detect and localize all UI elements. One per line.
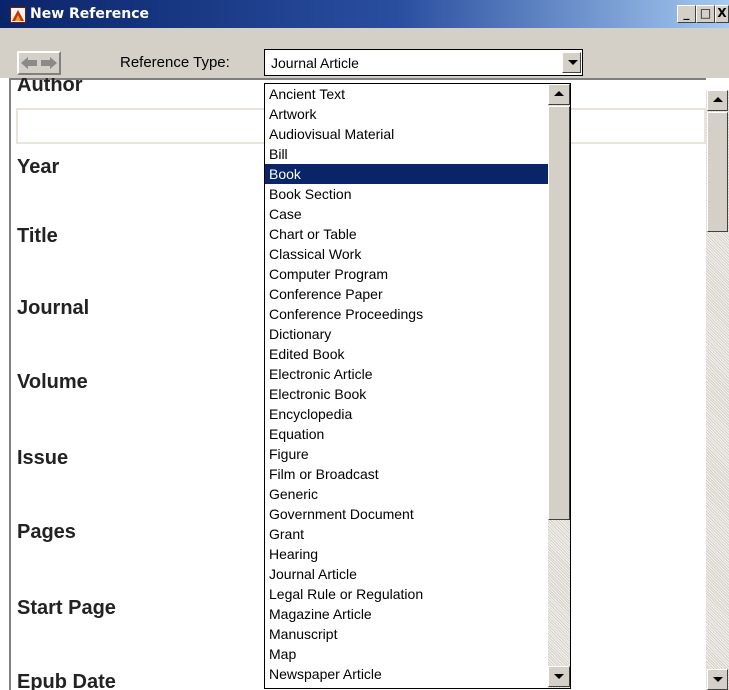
dropdown-arrow-button[interactable] — [562, 52, 581, 73]
list-item[interactable]: Journal Article — [265, 564, 548, 584]
chevron-up-icon — [554, 91, 564, 96]
journal-label: Journal — [17, 297, 90, 319]
list-scroll-down-button[interactable] — [548, 666, 570, 687]
list-item[interactable]: Conference Paper — [265, 284, 548, 304]
issue-label: Issue — [17, 447, 69, 469]
list-item[interactable]: Case — [265, 204, 548, 224]
list-item[interactable]: Chart or Table — [265, 224, 548, 244]
list-item[interactable]: Book Section — [265, 184, 548, 204]
scroll-up-button[interactable] — [707, 90, 728, 111]
list-item[interactable]: Grant — [265, 524, 548, 544]
list-item[interactable]: Map — [265, 644, 548, 664]
reference-type-select[interactable]: Journal Article — [264, 49, 583, 76]
close-button[interactable]: X — [715, 5, 729, 23]
form-scrollbar[interactable] — [706, 90, 729, 690]
list-item[interactable]: Classical Work — [265, 244, 548, 264]
list-item[interactable]: Generic — [265, 484, 548, 504]
list-item[interactable]: Electronic Book — [265, 384, 548, 404]
forward-arrow-icon[interactable] — [40, 55, 58, 71]
list-item[interactable]: Manuscript — [265, 624, 548, 644]
list-item[interactable]: Encyclopedia — [265, 404, 548, 424]
reference-type-label: Reference Type: — [120, 54, 230, 71]
chevron-down-icon — [713, 677, 723, 682]
list-item[interactable]: Film or Broadcast — [265, 464, 548, 484]
reference-type-value: Journal Article — [271, 55, 359, 71]
list-item[interactable]: Figure — [265, 444, 548, 464]
pages-label: Pages — [17, 521, 76, 543]
list-item[interactable]: Ancient Text — [265, 84, 548, 104]
list-item-selected[interactable]: Book — [265, 164, 548, 184]
list-item[interactable]: Magazine Article — [265, 604, 548, 624]
reference-type-options: Ancient Text Artwork Audiovisual Materia… — [265, 84, 548, 684]
year-label: Year — [17, 156, 60, 178]
back-arrow-icon[interactable] — [20, 55, 38, 71]
reference-type-list[interactable]: Ancient Text Artwork Audiovisual Materia… — [264, 83, 571, 689]
chevron-down-icon — [554, 674, 564, 679]
list-scrollbar[interactable] — [548, 84, 570, 688]
list-item[interactable]: Edited Book — [265, 344, 548, 364]
list-item[interactable]: Government Document — [265, 504, 548, 524]
list-item[interactable]: Artwork — [265, 104, 548, 124]
list-item[interactable]: Electronic Article — [265, 364, 548, 384]
title-bar: New Reference _ □ X — [0, 0, 729, 28]
list-item[interactable]: Legal Rule or Regulation — [265, 584, 548, 604]
list-item[interactable]: Newspaper Article — [265, 664, 548, 684]
list-item[interactable]: Hearing — [265, 544, 548, 564]
list-item[interactable]: Computer Program — [265, 264, 548, 284]
list-item[interactable]: Conference Proceedings — [265, 304, 548, 324]
chevron-down-icon — [568, 60, 578, 65]
author-label: Author — [17, 78, 83, 96]
toolbar: Reference Type: Journal Article — [0, 28, 729, 78]
title-label: Title — [17, 225, 58, 247]
maximize-button[interactable]: □ — [696, 5, 715, 23]
list-scroll-up-button[interactable] — [548, 84, 570, 105]
list-item[interactable]: Equation — [265, 424, 548, 444]
scroll-thumb[interactable] — [707, 112, 728, 232]
chevron-up-icon — [713, 97, 723, 102]
start-page-label: Start Page — [17, 597, 116, 619]
nav-arrows — [17, 51, 61, 75]
list-item[interactable]: Audiovisual Material — [265, 124, 548, 144]
volume-label: Volume — [17, 371, 88, 393]
minimize-button[interactable]: _ — [677, 5, 696, 23]
epub-date-label: Epub Date — [17, 671, 116, 690]
list-scroll-thumb[interactable] — [548, 106, 570, 520]
window-title: New Reference — [30, 6, 150, 22]
app-icon — [10, 7, 26, 23]
scroll-down-button[interactable] — [707, 669, 728, 690]
list-item[interactable]: Bill — [265, 144, 548, 164]
list-item[interactable]: Dictionary — [265, 324, 548, 344]
